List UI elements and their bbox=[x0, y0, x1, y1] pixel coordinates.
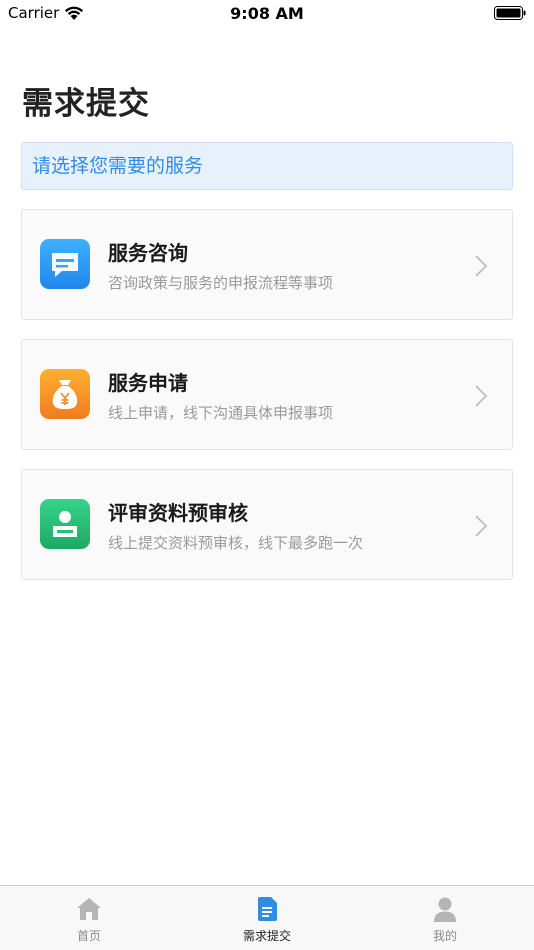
service-subtitle: 线上提交资料预审核，线下最多跑一次 bbox=[108, 534, 364, 552]
tab-label: 我的 bbox=[432, 929, 457, 943]
tab-label: 首页 bbox=[76, 929, 101, 943]
service-subtitle: 咨询政策与服务的申报流程等事项 bbox=[108, 274, 334, 292]
id-card-icon bbox=[40, 499, 90, 549]
service-card-consulting[interactable]: 服务咨询 咨询政策与服务的申报流程等事项 bbox=[21, 209, 513, 320]
chevron-right-icon bbox=[475, 385, 488, 407]
clock: 9:08 AM bbox=[230, 4, 304, 23]
money-bag-icon bbox=[40, 369, 90, 419]
service-title: 服务咨询 bbox=[108, 241, 188, 265]
page-title: 需求提交 bbox=[22, 86, 150, 122]
service-card-review[interactable]: 评审资料预审核 线上提交资料预审核，线下最多跑一次 bbox=[21, 469, 513, 580]
service-title: 评审资料预审核 bbox=[108, 501, 248, 525]
chat-icon bbox=[40, 239, 90, 289]
tab-home[interactable]: 首页 bbox=[0, 886, 178, 950]
notice-banner: 请选择您需要的服务 bbox=[21, 142, 513, 190]
service-subtitle: 线上申请，线下沟通具体申报事项 bbox=[108, 404, 334, 422]
tab-bar: 首页 需求提交 我的 bbox=[0, 885, 534, 950]
home-icon bbox=[77, 898, 101, 920]
chevron-right-icon bbox=[475, 515, 488, 537]
tab-label: 需求提交 bbox=[242, 929, 291, 943]
status-bar: Carrier 9:08 AM bbox=[0, 0, 534, 30]
chevron-right-icon bbox=[475, 255, 488, 277]
tab-submit[interactable]: 需求提交 bbox=[178, 886, 356, 950]
document-icon bbox=[258, 897, 277, 921]
tab-mine[interactable]: 我的 bbox=[356, 886, 534, 950]
service-title: 服务申请 bbox=[108, 371, 188, 395]
battery-icon bbox=[494, 6, 526, 20]
user-icon bbox=[434, 897, 456, 922]
service-card-application[interactable]: 服务申请 线上申请，线下沟通具体申报事项 bbox=[21, 339, 513, 450]
